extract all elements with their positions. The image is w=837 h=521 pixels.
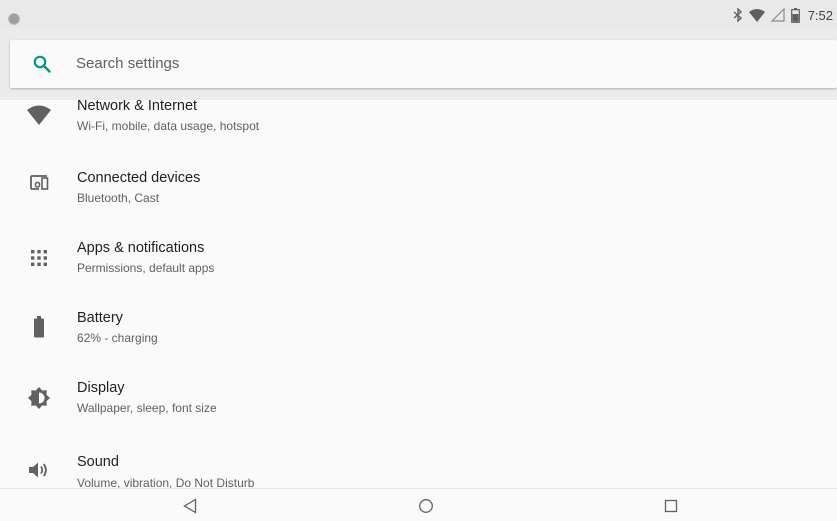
settings-item-title: Connected devices	[77, 170, 201, 186]
recents-icon[interactable]	[660, 495, 682, 517]
settings-item-title: Apps & notifications	[77, 240, 205, 256]
settings-item-subtitle: Wallpaper, sleep, font size	[77, 401, 217, 415]
back-icon[interactable]	[179, 495, 201, 517]
battery-icon	[27, 315, 51, 339]
settings-item-title: Display	[77, 380, 125, 396]
search-placeholder: Search settings	[76, 55, 180, 72]
brightness-icon	[27, 386, 51, 410]
status-time: 7:52	[807, 7, 833, 23]
settings-item-title: Battery	[77, 310, 123, 326]
wifi-icon	[748, 8, 765, 22]
status-bar: 7:52	[0, 0, 837, 30]
settings-list: Network & Internet Wi-Fi, mobile, data u…	[0, 100, 837, 488]
settings-item-subtitle: Wi-Fi, mobile, data usage, hotspot	[77, 119, 260, 133]
settings-item-connected-devices[interactable]: Connected devices Bluetooth, Cast	[0, 160, 837, 230]
settings-item-battery[interactable]: Battery 62% - charging	[0, 300, 837, 370]
bluetooth-icon	[733, 8, 743, 22]
search-bar-container: Search settings	[0, 30, 837, 100]
battery-icon	[790, 7, 800, 23]
notification-dot-icon	[8, 13, 20, 25]
settings-screen: 7:52 Search settings Network & Internet …	[0, 0, 837, 521]
settings-item-subtitle: Bluetooth, Cast	[77, 191, 160, 205]
search-input[interactable]: Search settings	[10, 40, 837, 88]
cellular-icon	[770, 8, 785, 22]
settings-item-title: Network & Internet	[77, 100, 198, 114]
status-icons: 7:52	[733, 0, 833, 30]
apps-icon	[27, 246, 51, 270]
settings-item-sound[interactable]: Sound Volume, vibration, Do Not Disturb	[0, 440, 837, 488]
settings-item-title: Sound	[77, 454, 119, 470]
settings-item-network[interactable]: Network & Internet Wi-Fi, mobile, data u…	[0, 100, 837, 168]
volume-icon	[27, 458, 51, 482]
settings-item-subtitle: Volume, vibration, Do Not Disturb	[77, 476, 255, 488]
navigation-bar	[0, 488, 837, 521]
wifi-icon	[27, 103, 51, 127]
search-icon[interactable]	[32, 54, 52, 74]
settings-item-subtitle: 62% - charging	[77, 331, 158, 345]
settings-item-subtitle: Permissions, default apps	[77, 261, 215, 275]
home-icon[interactable]	[415, 495, 437, 517]
settings-item-display[interactable]: Display Wallpaper, sleep, font size	[0, 370, 837, 440]
devices-icon	[27, 171, 51, 195]
settings-item-apps[interactable]: Apps & notifications Permissions, defaul…	[0, 230, 837, 300]
